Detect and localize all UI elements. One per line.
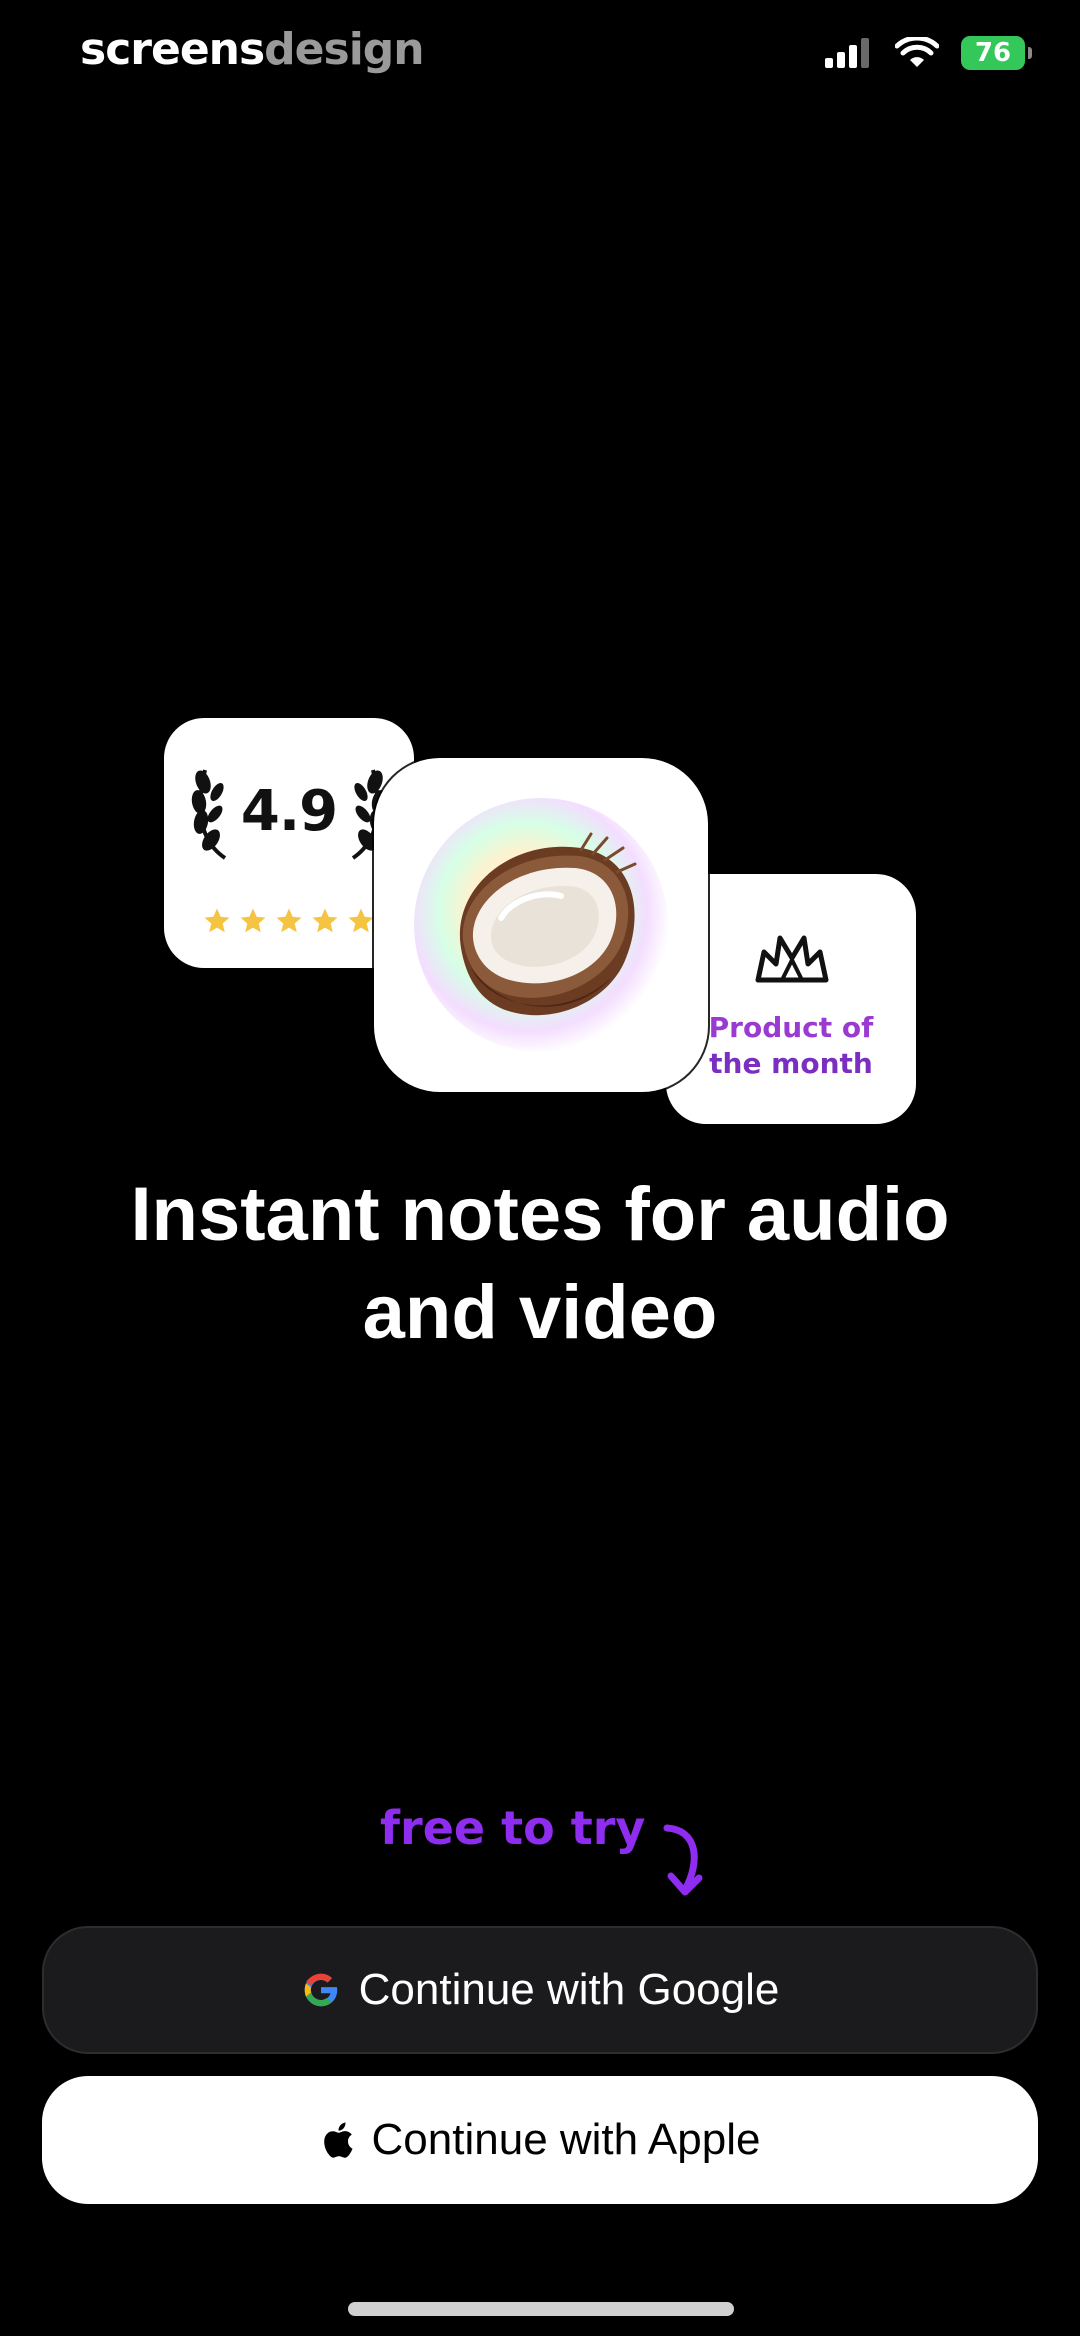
battery-level: 76 [974, 38, 1012, 68]
status-icons: 76 [825, 36, 1032, 70]
free-to-try-label: free to try [380, 1801, 646, 1855]
app-icon-card [374, 758, 708, 1092]
battery-icon: 76 [961, 36, 1032, 70]
rating-value: 4.9 [240, 779, 338, 844]
star-icon [204, 908, 230, 933]
star-icon [348, 908, 374, 933]
wifi-icon [895, 37, 939, 67]
watermark: screensdesign [80, 20, 425, 80]
headline: Instant notes for audio and video [130, 1172, 950, 1355]
star-rating [202, 906, 376, 936]
continue-with-apple-button[interactable]: Continue with Apple [42, 2076, 1038, 2204]
star-icon [276, 908, 302, 933]
google-icon [304, 1973, 337, 2007]
star-icon [312, 908, 338, 933]
apple-icon [323, 2122, 353, 2158]
watermark-screens: screens [80, 24, 265, 75]
free-to-try: free to try [380, 1796, 717, 1900]
product-award-icon [755, 935, 829, 983]
apple-button-label: Continue with Apple [371, 2115, 761, 2164]
star-icon [240, 908, 266, 933]
curved-arrow-icon [663, 1824, 703, 1896]
watermark-design: design [264, 24, 424, 75]
coconut-icon [459, 832, 637, 1016]
status-bar: screensdesign 76 [0, 0, 1080, 110]
laurel-left-icon [191, 769, 227, 860]
home-indicator [348, 2302, 734, 2316]
google-button-label: Continue with Google [358, 1965, 780, 2014]
continue-with-google-button[interactable]: Continue with Google [42, 1926, 1038, 2054]
award-line-2: the month [709, 1047, 873, 1080]
cellular-signal-icon [825, 38, 869, 68]
